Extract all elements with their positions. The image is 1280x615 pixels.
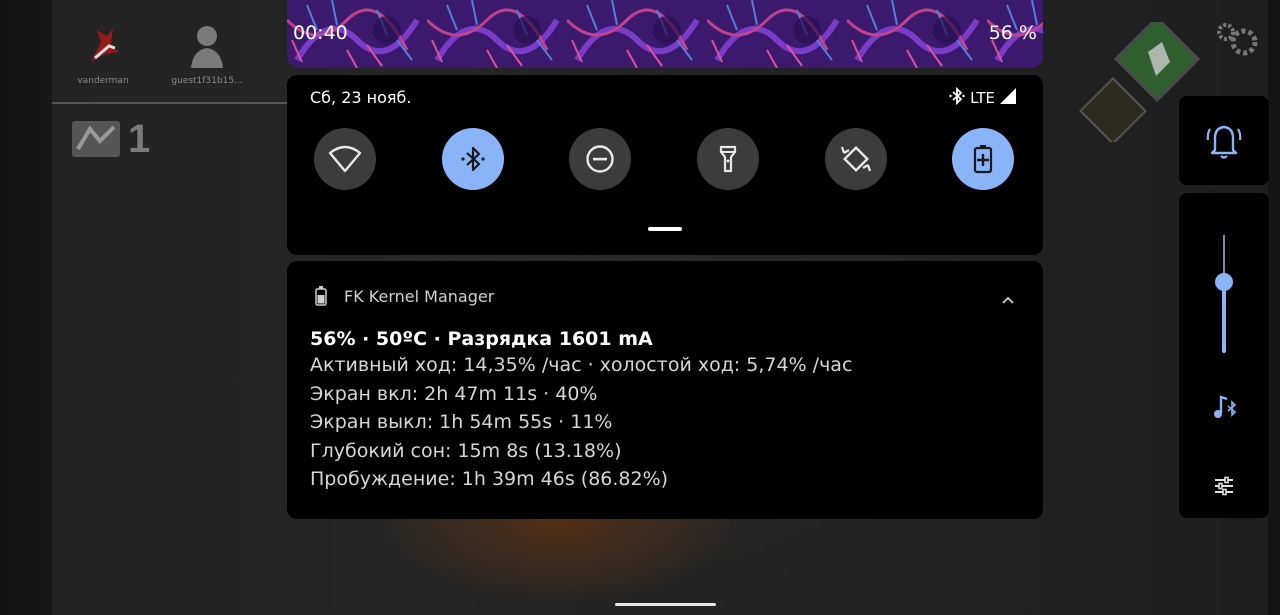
flashlight-tile[interactable] — [697, 128, 759, 190]
battery-percentage: 56 % — [988, 22, 1037, 44]
bluetooth-tile[interactable] — [442, 128, 504, 190]
player-card-2: guest1f31b15... — [162, 22, 252, 86]
notification-card[interactable]: FK Kernel Manager 56% · 50ºC · Разрядка … — [287, 261, 1043, 519]
volume-slider-fill — [1222, 282, 1226, 353]
expand-handle[interactable] — [648, 227, 682, 231]
bluetooth-status-icon — [948, 86, 966, 109]
signal-icon — [999, 87, 1017, 109]
player-divider — [52, 102, 292, 104]
auto-rotate-tile[interactable] — [825, 128, 887, 190]
background-edge-left — [0, 0, 52, 615]
battery-saver-tile[interactable] — [952, 128, 1014, 190]
item-count: 1 — [128, 117, 151, 161]
player-card-1: vanderman — [58, 22, 148, 86]
music-bluetooth-icon[interactable] — [1211, 393, 1239, 425]
status-header: 00:40 56 % — [287, 0, 1043, 68]
notification-line-active-drain: Активный ход: 14,35% /час · холостой ход… — [310, 354, 853, 376]
item-stack-icon — [70, 119, 122, 159]
wifi-tile[interactable] — [314, 128, 376, 190]
bluetooth-icon — [461, 146, 485, 172]
notification-title: 56% · 50ºC · Разрядка 1601 mA — [310, 328, 653, 350]
notification-app-name: FK Kernel Manager — [344, 287, 495, 306]
status-icons: LTE — [948, 86, 1017, 109]
player-avatar — [83, 22, 123, 68]
do-not-disturb-icon — [586, 145, 614, 173]
bell-ringing-icon — [1206, 125, 1242, 159]
player-name: guest1f31b15... — [171, 76, 243, 86]
notification-line-deep-sleep: Глубокий сон: 15m 8s (13.18%) — [310, 440, 622, 462]
collapse-chevron-icon[interactable] — [1002, 289, 1014, 308]
network-type: LTE — [970, 89, 995, 107]
date-label[interactable]: Сб, 23 нояб. — [310, 88, 411, 107]
notification-line-screen-off: Экран выкл: 1h 54m 55s · 11% — [310, 411, 613, 433]
wallpaper-pattern — [287, 0, 1043, 68]
battery-saver-icon — [973, 145, 993, 174]
battery-app-icon — [315, 286, 327, 310]
notification-line-screen-on: Экран вкл: 2h 47m 11s · 40% — [310, 383, 598, 405]
wifi-icon — [328, 145, 362, 173]
player-name: vanderman — [77, 76, 129, 86]
volume-slider-thumb[interactable] — [1215, 273, 1233, 292]
do-not-disturb-tile[interactable] — [569, 128, 631, 190]
flashlight-icon — [719, 145, 737, 173]
gesture-navigation-bar[interactable] — [615, 603, 716, 606]
player-avatar — [187, 22, 227, 68]
clock-time: 00:40 — [293, 22, 348, 44]
volume-panel — [1179, 193, 1269, 518]
notification-line-awake: Пробуждение: 1h 39m 46s (86.82%) — [310, 468, 669, 490]
background-edge-right — [1268, 0, 1280, 615]
gear-icon — [1214, 20, 1260, 64]
auto-rotate-icon — [840, 145, 872, 173]
ringer-mode-button[interactable] — [1179, 96, 1269, 185]
quick-settings-panel: Сб, 23 нояб. LTE — [287, 75, 1043, 255]
sliders-icon[interactable] — [1213, 475, 1235, 501]
